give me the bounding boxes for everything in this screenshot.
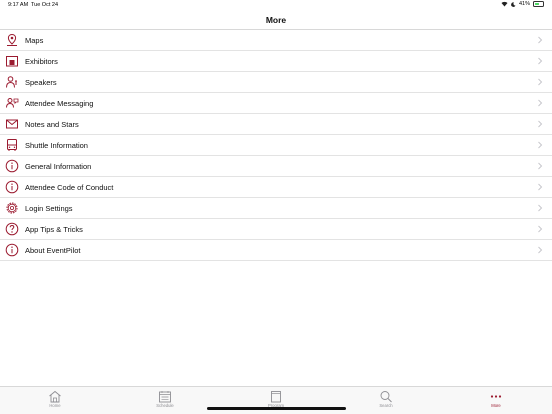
tab-label: Search — [379, 403, 393, 408]
chevron-right-icon — [538, 99, 543, 107]
tab-more[interactable]: More — [466, 387, 526, 414]
search-icon — [380, 391, 392, 403]
chevron-right-icon — [538, 204, 543, 212]
book-icon — [271, 391, 281, 403]
menu-item-notes-and-stars[interactable]: Notes and Stars — [0, 114, 552, 135]
menu-item-label: Speakers — [25, 78, 57, 87]
calendar-icon — [159, 391, 171, 403]
envelope-icon — [6, 119, 18, 129]
info-icon — [5, 243, 19, 257]
menu-item-attendee-messaging[interactable]: Attendee Messaging — [0, 93, 552, 114]
more-menu-list: Maps Exhibitors Speakers Attendee Messag… — [0, 30, 552, 261]
menu-item-label: Login Settings — [25, 204, 73, 213]
chevron-right-icon — [538, 225, 543, 233]
menu-item-label: Shuttle Information — [25, 141, 88, 150]
menu-item-speakers[interactable]: Speakers — [0, 72, 552, 93]
menu-item-general-information[interactable]: General Information — [0, 156, 552, 177]
home-icon — [49, 390, 61, 403]
status-date: Tue Oct 24 — [31, 2, 59, 8]
tab-label: Home — [49, 403, 61, 408]
battery-percent: 41% — [518, 1, 530, 7]
tab-schedule[interactable]: Schedule — [135, 387, 195, 414]
status-time: 9:17 AM — [8, 2, 29, 8]
map-pin-icon — [7, 33, 17, 46]
battery-icon — [533, 1, 544, 7]
menu-item-label: App Tips & Tricks — [25, 225, 83, 234]
info-icon — [5, 159, 19, 173]
chevron-right-icon — [538, 246, 543, 254]
menu-item-app-tips-and-tricks[interactable]: App Tips & Tricks — [0, 219, 552, 240]
status-bar: 9:17 AM Tue Oct 24 41% — [0, 0, 552, 11]
status-indicators: 41% — [501, 1, 544, 7]
chevron-right-icon — [538, 183, 543, 191]
chevron-right-icon — [538, 162, 543, 170]
messaging-people-icon — [6, 98, 19, 108]
exhibitor-booth-icon — [6, 56, 18, 67]
menu-item-exhibitors[interactable]: Exhibitors — [0, 51, 552, 72]
gear-icon — [6, 202, 18, 214]
chevron-right-icon — [538, 141, 543, 149]
wifi-icon — [501, 1, 508, 7]
menu-item-about-eventpilot[interactable]: About EventPilot — [0, 240, 552, 261]
menu-item-login-settings[interactable]: Login Settings — [0, 198, 552, 219]
menu-item-attendee-code-of-conduct[interactable]: Attendee Code of Conduct — [0, 177, 552, 198]
menu-item-label: Notes and Stars — [25, 120, 79, 129]
speaker-person-icon — [6, 76, 17, 88]
bus-icon — [7, 139, 17, 151]
chevron-right-icon — [538, 36, 543, 44]
menu-item-label: Attendee Messaging — [25, 99, 94, 108]
menu-item-label: General Information — [25, 162, 92, 171]
chevron-right-icon — [538, 78, 543, 86]
chevron-right-icon — [538, 57, 543, 65]
menu-item-shuttle-information[interactable]: Shuttle Information — [0, 135, 552, 156]
nav-bar: More — [0, 11, 552, 30]
page-title: More — [265, 15, 287, 25]
moon-icon — [511, 1, 516, 7]
tab-search[interactable]: Search — [356, 387, 416, 414]
more-dots-icon — [490, 395, 502, 398]
home-indicator[interactable] — [207, 407, 346, 410]
tab-label: Schedule — [156, 403, 174, 408]
menu-item-label: Attendee Code of Conduct — [25, 183, 114, 192]
question-icon — [5, 222, 19, 236]
tab-label: More — [491, 403, 501, 408]
menu-item-label: Maps — [25, 36, 44, 45]
chevron-right-icon — [538, 120, 543, 128]
menu-item-label: About EventPilot — [25, 246, 81, 255]
menu-item-maps[interactable]: Maps — [0, 30, 552, 51]
tab-home[interactable]: Home — [25, 387, 85, 414]
menu-item-label: Exhibitors — [25, 57, 58, 66]
info-icon — [5, 180, 19, 194]
